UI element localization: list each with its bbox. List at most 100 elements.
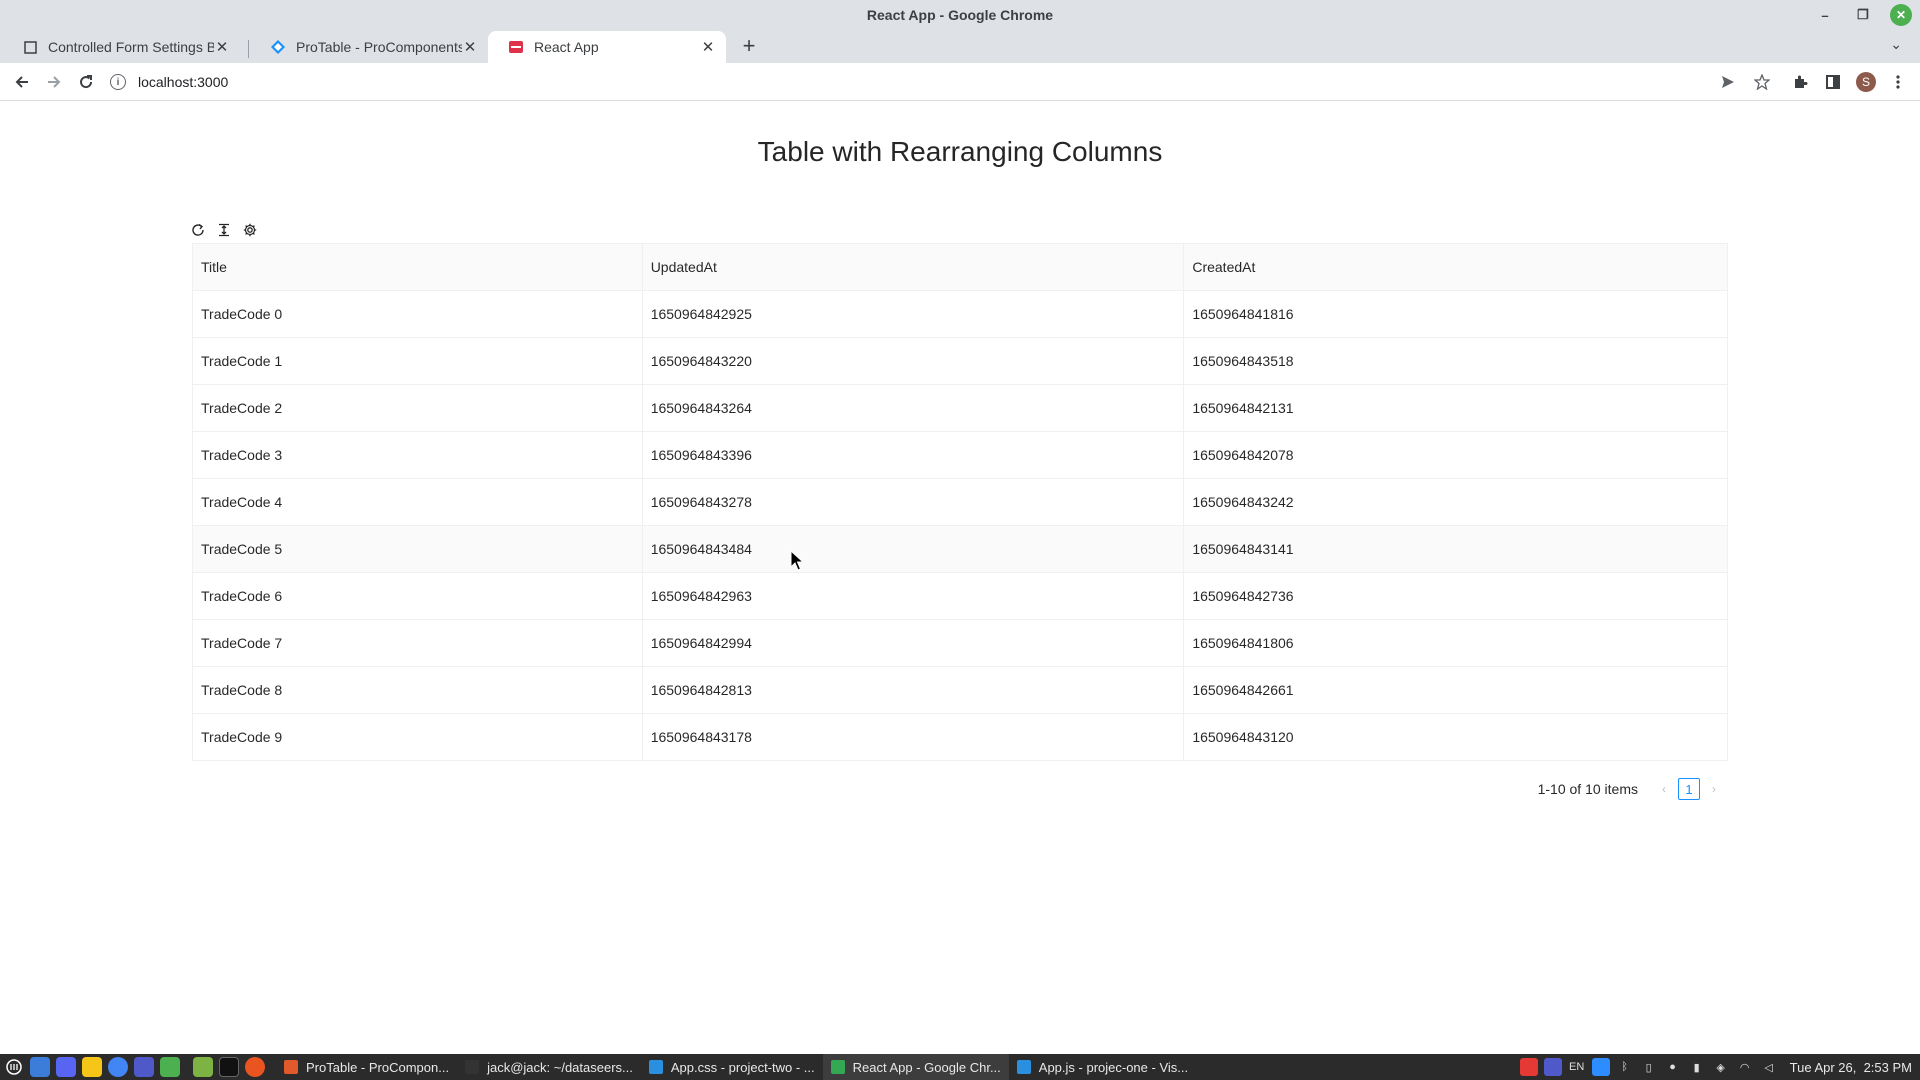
camera-app-icon[interactable]	[30, 1057, 50, 1077]
zoom-icon[interactable]	[1591, 1058, 1610, 1076]
chrome-icon[interactable]	[108, 1057, 128, 1077]
page-title: Table with Rearranging Columns	[757, 136, 1163, 167]
table-row[interactable]: TradeCode 4 1650964843278 1650964843242	[192, 478, 1728, 526]
column-header-createdat[interactable]: CreatedAt	[1183, 243, 1728, 291]
app-menu-icon[interactable]	[4, 1057, 24, 1077]
task-label: jack@jack: ~/dataseers...	[487, 1059, 633, 1075]
task-label: ProTable - ProCompon...	[306, 1059, 450, 1075]
taskbar-task[interactable]: App.js - projec-one - Vis...	[1009, 1054, 1196, 1080]
taskbar-task[interactable]: React App - Google Chr...	[822, 1054, 1009, 1080]
discord-icon[interactable]	[56, 1057, 76, 1077]
window-title: React App - Google Chrome	[866, 7, 1054, 23]
page-icon	[22, 39, 38, 55]
prev-page-button[interactable]: ‹	[1654, 782, 1674, 796]
norton-icon[interactable]	[82, 1057, 102, 1077]
mouse-cursor-icon	[790, 550, 804, 571]
cell-createdat: 1650964843141	[1183, 525, 1728, 573]
settings-gear-icon[interactable]	[242, 222, 258, 238]
wifi-icon[interactable]: ◠	[1736, 1058, 1754, 1076]
tab-close-icon[interactable]: ✕	[462, 39, 478, 56]
forward-arrow-icon[interactable]	[42, 70, 66, 94]
column-header-updatedat[interactable]: UpdatedAt	[642, 243, 1185, 291]
page-number-button[interactable]: 1	[1678, 778, 1700, 800]
tab-controlled-form[interactable]: Controlled Form Settings Bar ✕	[2, 31, 240, 63]
cell-title: TradeCode 0	[192, 290, 643, 338]
next-page-button[interactable]: ›	[1704, 782, 1724, 796]
minimize-button[interactable]: –	[1814, 4, 1836, 26]
microphone-icon[interactable]: ●	[1664, 1058, 1682, 1076]
table-row[interactable]: TradeCode 7 1650964842994 1650964841806	[192, 619, 1728, 667]
anydesk-icon[interactable]	[1519, 1058, 1538, 1076]
maximize-button[interactable]: ❐	[1852, 4, 1874, 26]
window-controls: – ❐ ✕	[1814, 4, 1912, 26]
back-arrow-icon[interactable]	[10, 70, 34, 94]
files-icon[interactable]	[193, 1057, 213, 1077]
column-height-icon[interactable]	[216, 222, 232, 238]
cell-createdat: 1650964842736	[1183, 572, 1728, 620]
cell-updatedat: 1650964842925	[642, 290, 1185, 338]
profile-avatar[interactable]: S	[1854, 70, 1878, 94]
side-panel-icon[interactable]	[1821, 70, 1845, 94]
bluetooth-icon[interactable]: ᛒ	[1616, 1058, 1634, 1076]
cell-createdat: 1650964842131	[1183, 384, 1728, 432]
volume-icon[interactable]: ◁	[1760, 1058, 1778, 1076]
cell-updatedat: 1650964843484	[642, 525, 1185, 573]
task-label: App.css - project-two - ...	[670, 1059, 815, 1075]
browser-toolbar: i localhost:3000 S	[0, 63, 1920, 101]
taskbar-task[interactable]: App.css - project-two - ...	[641, 1054, 823, 1080]
task-app-icon	[465, 1060, 480, 1074]
cell-title: TradeCode 5	[192, 525, 643, 573]
page-content: Table with Rearranging Columns Title Upd…	[0, 102, 1920, 1054]
cell-updatedat: 1650964843178	[642, 713, 1185, 761]
shield-icon[interactable]: ◈	[1712, 1058, 1730, 1076]
tab-react-app[interactable]: React App ✕	[488, 31, 726, 63]
site-info-icon[interactable]: i	[110, 74, 126, 90]
chrome-menu-icon[interactable]	[1886, 70, 1910, 94]
column-header-title[interactable]: Title	[192, 243, 643, 291]
cell-updatedat: 1650964842994	[642, 619, 1185, 667]
reload-icon[interactable]	[74, 70, 98, 94]
cell-updatedat: 1650964843396	[642, 431, 1185, 479]
clock[interactable]: Tue Apr 26, 2:53 PM	[1790, 1060, 1912, 1075]
new-tab-button[interactable]: +	[737, 33, 761, 58]
battery-icon[interactable]: ▮	[1688, 1058, 1706, 1076]
send-icon[interactable]	[1716, 70, 1740, 94]
taskbar-task[interactable]: jack@jack: ~/dataseers...	[457, 1054, 641, 1080]
tab-title: React App	[534, 39, 599, 55]
reload-icon[interactable]	[190, 222, 206, 238]
tab-close-icon[interactable]: ✕	[214, 39, 230, 56]
clipboard-icon[interactable]: ▯	[1640, 1058, 1658, 1076]
cell-createdat: 1650964842661	[1183, 666, 1728, 714]
language-indicator[interactable]: EN	[1568, 1058, 1586, 1076]
teams-icon[interactable]	[134, 1057, 154, 1077]
cell-title: TradeCode 2	[192, 384, 643, 432]
close-window-button[interactable]: ✕	[1890, 4, 1912, 26]
taskbar-task[interactable]: ProTable - ProCompon...	[276, 1054, 457, 1080]
system-tray: EN ᛒ ▯ ● ▮ ◈ ◠ ◁ Tue Apr 26, 2:53 PM	[1519, 1054, 1920, 1080]
cell-title: TradeCode 8	[192, 666, 643, 714]
table-row[interactable]: TradeCode 8 1650964842813 1650964842661	[192, 666, 1728, 714]
ubuntu-icon[interactable]	[245, 1057, 265, 1077]
table-row[interactable]: TradeCode 1 1650964843220 1650964843518	[192, 337, 1728, 385]
table-row[interactable]: TradeCode 9 1650964843178 1650964843120	[192, 713, 1728, 761]
table-row[interactable]: TradeCode 2 1650964843264 1650964842131	[192, 384, 1728, 432]
spreadsheet-icon[interactable]	[160, 1057, 180, 1077]
address-bar[interactable]: i localhost:3000	[110, 67, 1765, 97]
table-row[interactable]: TradeCode 3 1650964843396 1650964842078	[192, 431, 1728, 479]
task-app-icon	[284, 1060, 298, 1074]
tab-protable[interactable]: ProTable - ProComponents ✕	[250, 31, 488, 63]
cell-title: TradeCode 9	[192, 713, 643, 761]
cell-createdat: 1650964841806	[1183, 619, 1728, 667]
terminal-icon[interactable]	[219, 1057, 239, 1077]
tab-search-button[interactable]: ⌄	[1890, 36, 1902, 53]
bookmark-star-icon[interactable]	[1750, 70, 1774, 94]
table-row[interactable]: TradeCode 5 1650964843484 1650964843141	[192, 525, 1728, 573]
cell-title: TradeCode 3	[192, 431, 643, 479]
table-row[interactable]: TradeCode 0 1650964842925 1650964841816	[192, 290, 1728, 338]
task-app-icon	[830, 1060, 845, 1074]
cell-updatedat: 1650964842963	[642, 572, 1185, 620]
teams-tray-icon[interactable]	[1543, 1058, 1562, 1076]
tab-close-icon[interactable]: ✕	[700, 39, 716, 56]
extensions-icon[interactable]	[1788, 70, 1812, 94]
table-row[interactable]: TradeCode 6 1650964842963 1650964842736	[192, 572, 1728, 620]
